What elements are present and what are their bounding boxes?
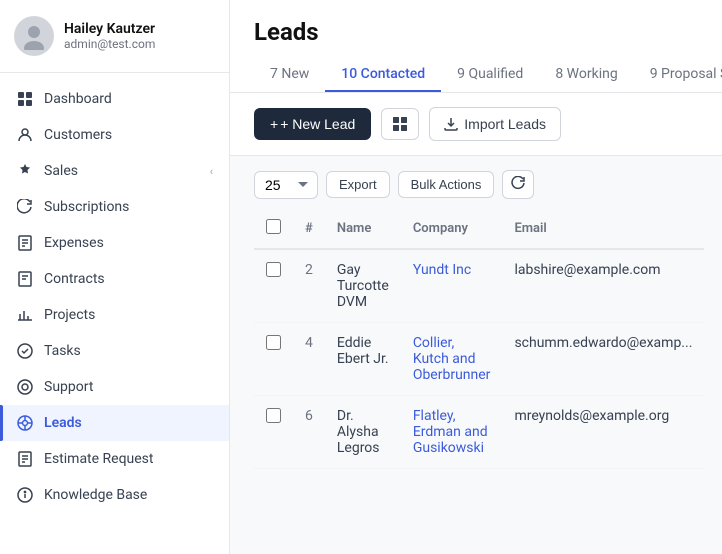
row-checkbox-1[interactable]	[266, 262, 281, 277]
sidebar: Hailey Kautzer admin@test.com Dashboard …	[0, 0, 230, 554]
sidebar-label-estimate-request: Estimate Request	[44, 451, 154, 467]
user-email: admin@test.com	[64, 37, 155, 51]
user-card: Hailey Kautzer admin@test.com	[0, 0, 229, 73]
row-company-3: Flatley, Erdman and Gusikowski	[401, 396, 503, 469]
sidebar-label-sales: Sales	[44, 163, 78, 179]
projects-icon	[16, 306, 34, 324]
sidebar-item-sales[interactable]: Sales ‹	[0, 153, 229, 189]
table-controls: 25 50 100 Export Bulk Actions	[254, 156, 698, 209]
sidebar-item-contracts[interactable]: Contracts	[0, 261, 229, 297]
page-title: Leads	[254, 18, 698, 46]
sidebar-item-knowledge-base[interactable]: Knowledge Base	[0, 477, 229, 513]
plus-icon: +	[270, 116, 278, 132]
sidebar-label-support: Support	[44, 379, 93, 395]
knowledge-base-icon	[16, 486, 34, 504]
leads-table: # Name Company Email 2 Gay Turcotte DVM …	[254, 209, 704, 469]
sidebar-item-subscriptions[interactable]: Subscriptions	[0, 189, 229, 225]
estimate-request-icon	[16, 450, 34, 468]
row-checkbox-2[interactable]	[266, 335, 281, 350]
tab-proposal[interactable]: 9 Proposal Se...	[634, 58, 722, 92]
page-header: Leads 7 New 10 Contacted 9 Qualified 8 W…	[230, 0, 722, 93]
sidebar-item-support[interactable]: Support	[0, 369, 229, 405]
support-icon	[16, 378, 34, 396]
new-lead-button[interactable]: + + New Lead	[254, 108, 371, 140]
export-button[interactable]: Export	[326, 171, 390, 198]
bulk-actions-button[interactable]: Bulk Actions	[398, 171, 495, 198]
table-row: 4 Eddie Ebert Jr. Collier, Kutch and Obe…	[254, 323, 704, 396]
sidebar-label-dashboard: Dashboard	[44, 91, 112, 107]
tab-bar: 7 New 10 Contacted 9 Qualified 8 Working…	[254, 58, 698, 92]
user-name: Hailey Kautzer	[64, 21, 155, 37]
col-header-name: Name	[325, 209, 401, 249]
table-row: 2 Gay Turcotte DVM Yundt Inc labshire@ex…	[254, 249, 704, 323]
user-info: Hailey Kautzer admin@test.com	[64, 21, 155, 51]
company-link-3[interactable]: Flatley, Erdman and Gusikowski	[413, 408, 488, 456]
row-email-2: schumm.edwardo@examp...	[502, 323, 704, 396]
import-leads-button[interactable]: Import Leads	[429, 107, 561, 141]
sidebar-item-expenses[interactable]: Expenses	[0, 225, 229, 261]
sidebar-label-expenses: Expenses	[44, 235, 104, 251]
grid-view-button[interactable]	[381, 108, 419, 140]
sidebar-item-estimate-request[interactable]: Estimate Request	[0, 441, 229, 477]
sidebar-label-knowledge-base: Knowledge Base	[44, 487, 147, 503]
tab-working[interactable]: 8 Working	[539, 58, 633, 92]
col-header-company: Company	[401, 209, 503, 249]
select-all-checkbox[interactable]	[266, 219, 281, 234]
contracts-icon	[16, 270, 34, 288]
table-section: 25 50 100 Export Bulk Actions # Name Com…	[230, 156, 722, 554]
sidebar-item-customers[interactable]: Customers	[0, 117, 229, 153]
tab-new[interactable]: 7 New	[254, 58, 325, 92]
sidebar-item-tasks[interactable]: Tasks	[0, 333, 229, 369]
sales-icon	[16, 162, 34, 180]
navigation: Dashboard Customers Sales ‹ Subscription…	[0, 73, 229, 554]
sidebar-item-dashboard[interactable]: Dashboard	[0, 81, 229, 117]
row-email-3: mreynolds@example.org	[502, 396, 704, 469]
sidebar-label-leads: Leads	[44, 415, 82, 431]
col-header-email: Email	[502, 209, 704, 249]
sidebar-label-tasks: Tasks	[44, 343, 81, 359]
tab-qualified[interactable]: 9 Qualified	[441, 58, 539, 92]
sidebar-label-projects: Projects	[44, 307, 95, 323]
avatar	[14, 16, 54, 56]
sidebar-label-subscriptions: Subscriptions	[44, 199, 129, 215]
sidebar-label-contracts: Contracts	[44, 271, 105, 287]
sidebar-item-leads[interactable]: Leads	[0, 405, 229, 441]
sales-chevron-icon: ‹	[210, 165, 213, 178]
per-page-select[interactable]: 25 50 100	[254, 171, 318, 199]
subscriptions-icon	[16, 198, 34, 216]
table-row: 6 Dr. Alysha Legros Flatley, Erdman and …	[254, 396, 704, 469]
dashboard-icon	[16, 90, 34, 108]
company-link-1[interactable]: Yundt Inc	[413, 262, 471, 278]
sidebar-item-projects[interactable]: Projects	[0, 297, 229, 333]
grid-icon	[392, 116, 408, 132]
row-id-3: 6	[293, 396, 325, 469]
row-name-2: Eddie Ebert Jr.	[325, 323, 401, 396]
company-link-2[interactable]: Collier, Kutch and Oberbrunner	[413, 335, 491, 383]
refresh-button[interactable]	[502, 170, 534, 199]
import-icon	[444, 117, 458, 131]
main-content: Leads 7 New 10 Contacted 9 Qualified 8 W…	[230, 0, 722, 554]
refresh-icon	[511, 176, 525, 190]
row-name-3: Dr. Alysha Legros	[325, 396, 401, 469]
row-company-1: Yundt Inc	[401, 249, 503, 323]
toolbar: + + New Lead Import Leads	[230, 93, 722, 156]
row-checkbox-3[interactable]	[266, 408, 281, 423]
tasks-icon	[16, 342, 34, 360]
row-id-2: 4	[293, 323, 325, 396]
row-id-1: 2	[293, 249, 325, 323]
row-name-1: Gay Turcotte DVM	[325, 249, 401, 323]
col-header-num: #	[293, 209, 325, 249]
expenses-icon	[16, 234, 34, 252]
sidebar-label-customers: Customers	[44, 127, 112, 143]
row-company-2: Collier, Kutch and Oberbrunner	[401, 323, 503, 396]
row-email-1: labshire@example.com	[502, 249, 704, 323]
customers-icon	[16, 126, 34, 144]
leads-icon	[16, 414, 34, 432]
tab-contacted[interactable]: 10 Contacted	[325, 58, 441, 92]
